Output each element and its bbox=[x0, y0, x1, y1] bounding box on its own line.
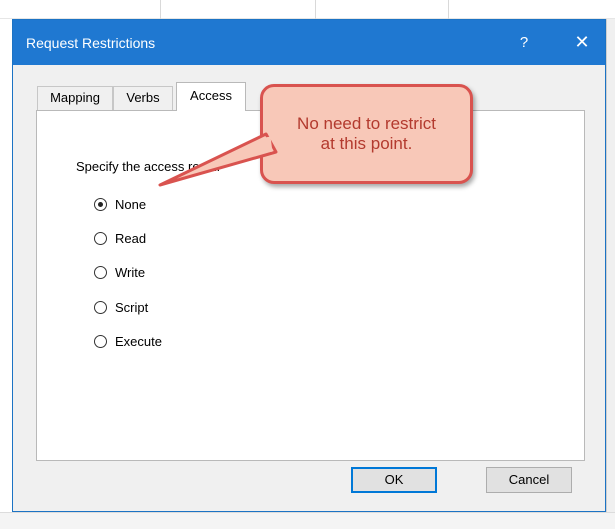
dialog-titlebar: Request Restrictions ? ✕ bbox=[13, 20, 605, 65]
radio-label: Read bbox=[115, 230, 147, 246]
access-prompt: Specify the access requir bbox=[76, 159, 222, 174]
radio-button-icon[interactable] bbox=[94, 334, 107, 348]
background-window-edge bbox=[606, 19, 615, 512]
help-button[interactable]: ? bbox=[501, 20, 547, 65]
radio-option-write[interactable]: Write bbox=[94, 263, 145, 281]
tab-access-label: Access bbox=[190, 88, 232, 103]
radio-button-icon[interactable] bbox=[94, 300, 107, 314]
callout-annotation: No need to restrict at this point. bbox=[260, 84, 473, 184]
radio-label: Script bbox=[115, 299, 149, 315]
background-window-header bbox=[0, 0, 615, 19]
radio-option-none[interactable]: None bbox=[94, 195, 146, 213]
callout-text-line1: No need to restrict bbox=[297, 114, 436, 133]
close-button[interactable]: ✕ bbox=[559, 20, 605, 65]
callout-text-line2: at this point. bbox=[320, 134, 413, 153]
radio-label: Execute bbox=[115, 333, 162, 349]
background-column-divider bbox=[448, 0, 449, 19]
radio-button-icon[interactable] bbox=[94, 197, 107, 211]
radio-option-execute[interactable]: Execute bbox=[94, 332, 162, 350]
radio-label: Write bbox=[115, 264, 146, 280]
tab-access[interactable]: Access bbox=[176, 82, 246, 111]
background-column-divider bbox=[315, 0, 316, 19]
radio-button-icon[interactable] bbox=[94, 265, 107, 279]
radio-label: None bbox=[115, 196, 147, 212]
background-column-divider bbox=[160, 0, 161, 19]
tab-mapping[interactable]: Mapping bbox=[37, 86, 113, 110]
ok-button[interactable]: OK bbox=[351, 467, 437, 493]
radio-button-icon[interactable] bbox=[94, 231, 107, 245]
radio-option-script[interactable]: Script bbox=[94, 298, 148, 316]
cancel-button[interactable]: Cancel bbox=[486, 467, 572, 493]
help-icon: ? bbox=[519, 34, 529, 51]
close-icon: ✕ bbox=[574, 32, 590, 52]
background-window-footer bbox=[0, 512, 615, 529]
radio-option-read[interactable]: Read bbox=[94, 229, 146, 247]
tab-mapping-label: Mapping bbox=[50, 90, 100, 105]
tab-verbs[interactable]: Verbs bbox=[113, 86, 173, 110]
tab-verbs-label: Verbs bbox=[126, 90, 160, 105]
dialog-title: Request Restrictions bbox=[26, 35, 156, 51]
